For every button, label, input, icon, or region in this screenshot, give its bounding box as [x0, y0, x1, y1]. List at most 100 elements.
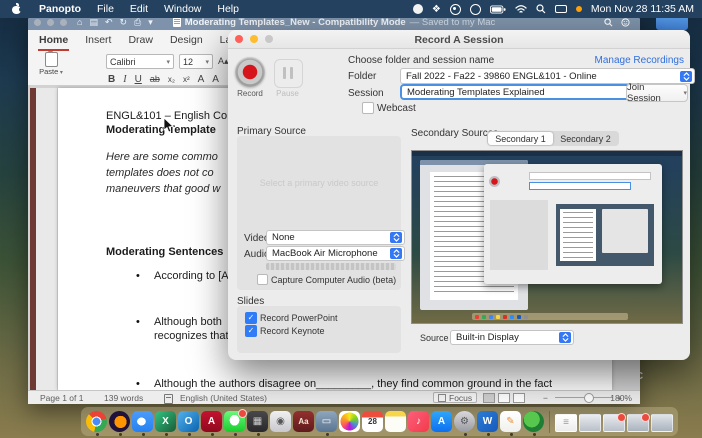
- record-status-icon[interactable]: [412, 4, 423, 14]
- underline-button[interactable]: U: [135, 74, 142, 85]
- dock-calculator[interactable]: ▦: [247, 411, 268, 436]
- dock-keyboard[interactable]: ▭: [316, 411, 337, 436]
- word-feedback-icon[interactable]: [621, 17, 630, 27]
- dock-chrome[interactable]: [86, 411, 107, 436]
- undo-icon[interactable]: ↶: [105, 17, 113, 28]
- wifi-icon[interactable]: [515, 4, 527, 14]
- ribbon-tab-design[interactable]: Design: [169, 32, 204, 51]
- apple-menu-icon[interactable]: [12, 3, 24, 14]
- tab-secondary-1[interactable]: Secondary 1: [488, 132, 553, 145]
- bold-button[interactable]: B: [108, 74, 115, 85]
- record-powerpoint-checkbox[interactable]: ✓: [245, 312, 257, 324]
- spotlight-icon[interactable]: [536, 4, 546, 14]
- focus-toggle[interactable]: Focus: [433, 392, 478, 403]
- zoom-out-icon[interactable]: −: [543, 393, 548, 403]
- page-indicator[interactable]: Page 1 of 1: [40, 393, 83, 403]
- font-name-select[interactable]: Calibri ▾: [106, 54, 174, 69]
- view-outline-icon[interactable]: [513, 393, 525, 403]
- word-zoom-button[interactable]: [60, 18, 67, 26]
- camera-status-icon[interactable]: [469, 3, 481, 15]
- dock-photos[interactable]: [339, 411, 360, 432]
- dock-window-thumbnail[interactable]: [651, 414, 673, 432]
- italic-button[interactable]: I: [123, 74, 126, 85]
- word-close-button[interactable]: [34, 18, 41, 26]
- font-size-select[interactable]: 12 ▾: [179, 54, 213, 69]
- language-indicator[interactable]: English (United States): [180, 393, 267, 403]
- dock-music[interactable]: ♪: [408, 411, 429, 432]
- paste-button[interactable]: Paste ▾: [36, 51, 66, 82]
- ribbon-tab-draw[interactable]: Draw: [127, 32, 154, 51]
- word-minimize-button[interactable]: [47, 18, 54, 26]
- dock-excel[interactable]: X: [155, 411, 176, 436]
- dock-window-thumbnail[interactable]: [603, 413, 626, 432]
- save-icon[interactable]: ▤: [89, 17, 98, 28]
- dropbox-icon[interactable]: ❖: [432, 4, 441, 15]
- dock-appstore[interactable]: A: [431, 411, 452, 432]
- word-count[interactable]: 139 words: [104, 393, 143, 403]
- slides-panel: ✓ Record PowerPoint ✓ Record Keynote: [237, 306, 401, 353]
- mic-indicator-icon[interactable]: [575, 6, 582, 12]
- menu-help[interactable]: Help: [209, 3, 247, 15]
- dock-window-thumbnail[interactable]: [579, 414, 601, 432]
- menu-clock[interactable]: Mon Nov 28 11:35 AM: [591, 3, 694, 15]
- menu-edit[interactable]: Edit: [122, 3, 156, 15]
- manage-recordings-link[interactable]: Manage Recordings: [595, 55, 685, 66]
- dock-word[interactable]: W: [477, 411, 498, 436]
- zoom-level[interactable]: 180%: [610, 393, 632, 403]
- word-search-icon[interactable]: [604, 17, 613, 27]
- capture-computer-audio-checkbox[interactable]: [257, 274, 268, 285]
- webcast-checkbox[interactable]: [362, 102, 374, 114]
- word-title: Moderating Templates_New - Compatibility…: [184, 16, 406, 28]
- pause-button[interactable]: [274, 59, 303, 88]
- video-dropdown[interactable]: None: [266, 230, 405, 245]
- battery-icon[interactable]: [489, 5, 506, 14]
- dock-document-thumbnail[interactable]: ≡: [555, 414, 577, 432]
- source-dropdown[interactable]: Built-in Display: [450, 330, 574, 345]
- app-menu-name[interactable]: Panopto: [31, 3, 89, 15]
- grow-font-icon[interactable]: A▴: [218, 56, 229, 67]
- dock-settings[interactable]: ⚙: [454, 411, 475, 436]
- dock-window-thumbnail[interactable]: [627, 413, 650, 432]
- zoom-slider-knob[interactable]: [584, 393, 594, 403]
- dock-panopto[interactable]: [523, 411, 544, 436]
- dock-notes[interactable]: [385, 411, 406, 432]
- record-keynote-checkbox[interactable]: ✓: [245, 325, 257, 337]
- screen-recording-icon[interactable]: [449, 3, 461, 15]
- dock-outlook[interactable]: O: [178, 411, 199, 436]
- menu-window[interactable]: Window: [156, 3, 209, 15]
- more-icon[interactable]: ▾: [148, 17, 153, 28]
- join-session-button[interactable]: Join Session ▾: [626, 82, 688, 104]
- dock-messages[interactable]: [224, 409, 247, 436]
- ribbon-tab-home[interactable]: Home: [38, 32, 70, 51]
- doc-heading: Moderating Sentences: [106, 246, 224, 258]
- view-print-layout-icon[interactable]: [483, 393, 495, 403]
- ribbon-tab-insert[interactable]: Insert: [84, 32, 112, 51]
- redo-icon[interactable]: ↻: [120, 17, 128, 28]
- audio-dropdown[interactable]: MacBook Air Microphone: [266, 246, 405, 261]
- preview-menubar: [412, 151, 682, 156]
- dropdown-chevrons-icon: [390, 248, 402, 259]
- dock-zoom[interactable]: [132, 411, 153, 436]
- view-web-layout-icon[interactable]: [498, 393, 510, 403]
- print-icon[interactable]: ⎙: [134, 17, 141, 28]
- display-icon[interactable]: [554, 4, 567, 14]
- subscript-button[interactable]: x₂: [168, 75, 175, 84]
- dock-pages[interactable]: ✎: [500, 411, 521, 436]
- menu-items: File Edit Window Help: [89, 3, 247, 15]
- record-button[interactable]: [235, 57, 265, 87]
- proofing-icon[interactable]: [164, 394, 173, 404]
- dock-calendar[interactable]: 28: [362, 411, 383, 432]
- tab-secondary-2[interactable]: Secondary 2: [553, 132, 618, 145]
- dock-acrobat[interactable]: A: [201, 411, 222, 436]
- dock-firefox[interactable]: [109, 411, 130, 436]
- clipboard-icon: [44, 51, 58, 67]
- superscript-button[interactable]: x²: [183, 75, 190, 84]
- session-name-input[interactable]: Moderating Templates Explained: [400, 84, 630, 100]
- dock-screenshot[interactable]: ◉: [270, 411, 291, 432]
- home-icon[interactable]: ⌂: [77, 17, 82, 28]
- strikethrough-button[interactable]: ab: [150, 74, 160, 84]
- menu-file[interactable]: File: [89, 3, 122, 15]
- running-indicator: [187, 433, 191, 436]
- dock-dictionary[interactable]: Aa: [293, 411, 314, 432]
- doc-bullet-3: Although the authors disagree on________…: [154, 378, 553, 390]
